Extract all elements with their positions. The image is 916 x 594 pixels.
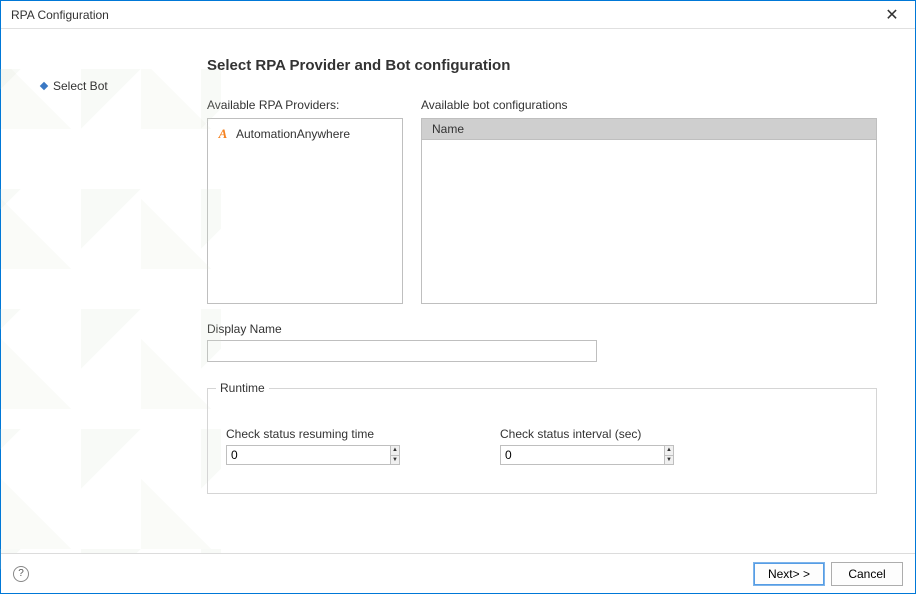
chevron-up-icon[interactable]: ▲ bbox=[665, 446, 673, 456]
provider-item-label: AutomationAnywhere bbox=[236, 127, 350, 141]
cancel-button[interactable]: Cancel bbox=[831, 562, 903, 586]
titlebar: RPA Configuration ✕ bbox=[1, 1, 915, 29]
wizard-sidebar: Select Bot bbox=[1, 29, 189, 553]
chevron-down-icon[interactable]: ▼ bbox=[391, 456, 399, 465]
runtime-legend: Runtime bbox=[216, 381, 269, 395]
resuming-time-stepper: ▲ ▼ bbox=[390, 446, 399, 464]
footer: ? Next> > Cancel bbox=[1, 553, 915, 593]
sidebar-step-select-bot[interactable]: Select Bot bbox=[41, 79, 189, 93]
close-icon[interactable]: ✕ bbox=[877, 5, 907, 25]
sidebar-step-label: Select Bot bbox=[53, 79, 108, 93]
providers-column: Available RPA Providers: A AutomationAny… bbox=[207, 98, 403, 304]
interval-field: Check status interval (sec) ▲ ▼ bbox=[500, 427, 674, 465]
resuming-time-label: Check status resuming time bbox=[226, 427, 400, 441]
content: Select Bot Select RPA Provider and Bot c… bbox=[1, 29, 915, 553]
resuming-time-field: Check status resuming time ▲ ▼ bbox=[226, 427, 400, 465]
window-title: RPA Configuration bbox=[11, 8, 109, 22]
providers-listbox[interactable]: A AutomationAnywhere bbox=[207, 118, 403, 304]
bot-configs-header-name[interactable]: Name bbox=[422, 119, 876, 140]
page-title: Select RPA Provider and Bot configuratio… bbox=[207, 57, 877, 74]
display-name-input[interactable] bbox=[207, 340, 597, 362]
help-icon[interactable]: ? bbox=[13, 566, 29, 582]
interval-label: Check status interval (sec) bbox=[500, 427, 674, 441]
resuming-time-input[interactable] bbox=[227, 446, 390, 464]
chevron-up-icon[interactable]: ▲ bbox=[391, 446, 399, 456]
bot-configs-column: Available bot configurations Name bbox=[421, 98, 877, 304]
display-name-label: Display Name bbox=[207, 322, 877, 336]
provider-bot-row: Available RPA Providers: A AutomationAny… bbox=[207, 98, 877, 304]
resuming-time-spinner[interactable]: ▲ ▼ bbox=[226, 445, 400, 465]
bot-configs-table[interactable]: Name bbox=[421, 118, 877, 304]
footer-buttons: Next> > Cancel bbox=[753, 562, 903, 586]
automation-anywhere-icon: A bbox=[216, 127, 230, 141]
interval-input[interactable] bbox=[501, 446, 664, 464]
providers-label: Available RPA Providers: bbox=[207, 98, 403, 112]
provider-item-automationanywhere[interactable]: A AutomationAnywhere bbox=[216, 125, 394, 143]
interval-spinner[interactable]: ▲ ▼ bbox=[500, 445, 674, 465]
runtime-group: Runtime Check status resuming time ▲ ▼ C… bbox=[207, 388, 877, 494]
main-panel: Select RPA Provider and Bot configuratio… bbox=[189, 29, 915, 553]
display-name-section: Display Name bbox=[207, 322, 877, 362]
next-button[interactable]: Next> > bbox=[753, 562, 825, 586]
chevron-down-icon[interactable]: ▼ bbox=[665, 456, 673, 465]
step-bullet-icon bbox=[40, 82, 48, 90]
bot-configs-label: Available bot configurations bbox=[421, 98, 877, 112]
interval-stepper: ▲ ▼ bbox=[664, 446, 673, 464]
